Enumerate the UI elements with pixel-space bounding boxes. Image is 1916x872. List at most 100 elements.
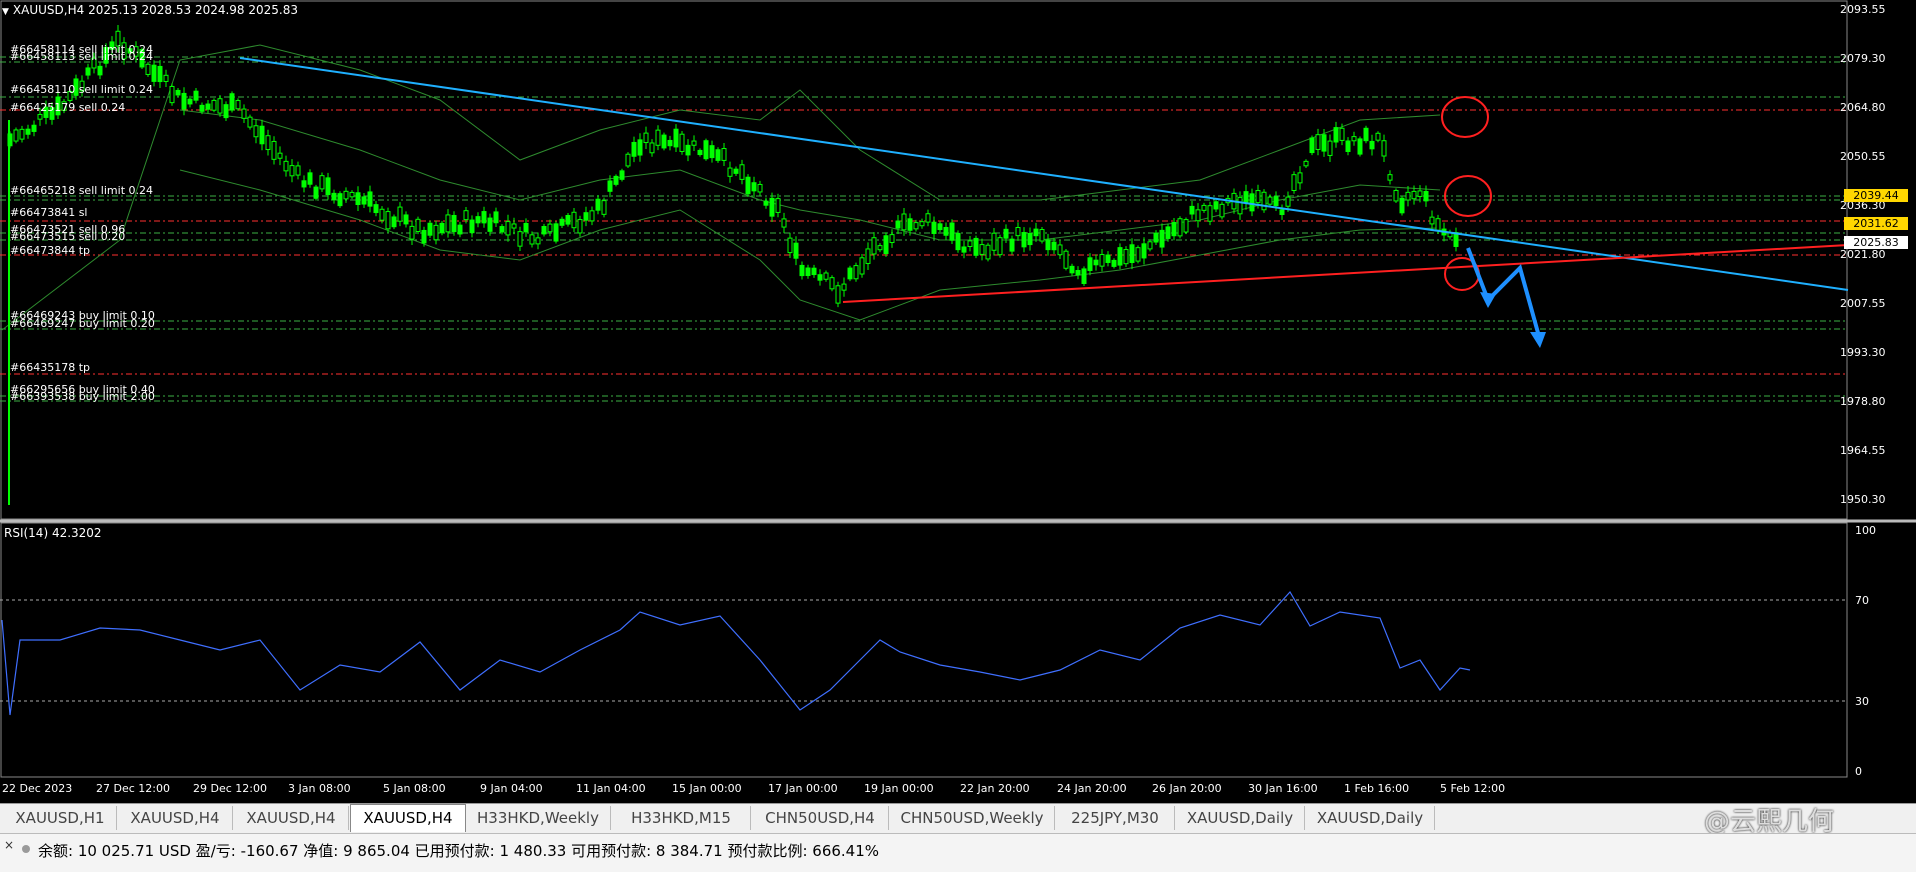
- candle-body: [1015, 226, 1021, 237]
- candle-body: [379, 208, 385, 221]
- candle-body: [661, 134, 667, 149]
- candle-body: [937, 223, 943, 231]
- tab-h33hkd-m15[interactable]: H33HKD,M15: [612, 806, 751, 830]
- candle-body: [595, 198, 601, 211]
- candle-body: [679, 133, 685, 152]
- candle-body: [901, 213, 907, 231]
- candle-body: [301, 180, 307, 188]
- candle-body: [1285, 196, 1291, 207]
- candle-body: [415, 218, 421, 233]
- candle-body: [1381, 140, 1387, 157]
- candle-body: [883, 235, 889, 255]
- candle-body: [925, 213, 931, 223]
- candle-body: [325, 177, 331, 196]
- candle-body: [553, 223, 559, 242]
- candle-body: [1399, 197, 1405, 214]
- candle-body: [631, 141, 637, 157]
- candle-body: [733, 168, 739, 174]
- candle-body: [235, 100, 241, 110]
- candle-body: [589, 210, 595, 222]
- candle-body: [403, 214, 409, 225]
- candle-body: [349, 191, 355, 198]
- tab-chn50usd-weekly[interactable]: CHN50USD,Weekly: [890, 806, 1055, 830]
- price-tick: 1964.55: [1840, 444, 1886, 457]
- candle-body: [1321, 134, 1327, 152]
- candle-body: [571, 211, 577, 229]
- candle-body: [1111, 259, 1117, 267]
- price-badge-current: 2025.83: [1844, 236, 1908, 249]
- date-tick: 27 Dec 12:00: [96, 782, 170, 795]
- candle-body: [1291, 174, 1297, 191]
- candle-body: [1261, 191, 1267, 211]
- candle-body: [193, 90, 199, 101]
- candle-body: [1303, 160, 1309, 167]
- candle-body: [469, 219, 475, 234]
- candle-body: [1309, 137, 1315, 154]
- candle-body: [769, 197, 775, 217]
- price-tick: 2093.55: [1840, 3, 1886, 16]
- tab-xauusd-h4[interactable]: XAUUSD,H4: [234, 806, 349, 830]
- candle-body: [1363, 127, 1369, 142]
- candle-body: [547, 223, 553, 233]
- dropdown-triangle-icon[interactable]: ▼: [2, 7, 9, 17]
- account-summary: 余额: 10 025.71 USD 盈/亏: -160.67 净值: 9 865…: [38, 842, 880, 860]
- candle-body: [445, 214, 451, 233]
- candle-body: [895, 220, 901, 229]
- arrow-head-icon: [1530, 332, 1546, 348]
- tab-xauusd-daily[interactable]: XAUUSD,Daily: [1306, 806, 1435, 830]
- candle-body: [1129, 244, 1135, 264]
- order-label: #66473844 tp: [10, 244, 90, 257]
- candle-body: [391, 216, 397, 228]
- date-tick: 3 Jan 08:00: [288, 782, 351, 795]
- candle-body: [625, 153, 631, 167]
- candle-body: [1057, 244, 1063, 256]
- candle-body: [823, 272, 829, 280]
- candle-body: [1327, 140, 1333, 156]
- tab-xauusd-h1[interactable]: XAUUSD,H1: [4, 806, 117, 830]
- rsi-frame: [0, 522, 1848, 778]
- candle-body: [1099, 254, 1105, 267]
- candle-body: [793, 242, 799, 259]
- tab-xauusd-daily[interactable]: XAUUSD,Daily: [1176, 806, 1305, 830]
- close-icon[interactable]: ×: [4, 838, 14, 852]
- candle-body: [343, 190, 349, 200]
- chart-canvas[interactable]: [0, 0, 1916, 800]
- candle-body: [229, 93, 235, 111]
- candle-body: [421, 229, 427, 244]
- candle-body: [1219, 203, 1225, 218]
- tab-chn50usd-h4[interactable]: CHN50USD,H4: [752, 806, 889, 830]
- candle-body: [331, 192, 337, 201]
- order-label: #66435178 tp: [10, 361, 90, 374]
- status-dot-icon: [22, 845, 30, 853]
- candle-body: [19, 128, 25, 140]
- candle-body: [253, 125, 259, 138]
- candle-body: [1201, 204, 1207, 211]
- candle-body: [967, 240, 973, 248]
- candle-body: [1249, 193, 1255, 212]
- candle-body: [1207, 205, 1213, 222]
- candle-body: [1105, 254, 1111, 263]
- candle-body: [337, 193, 343, 207]
- candle-body: [985, 244, 991, 260]
- candle-body: [601, 200, 607, 215]
- candle-body: [151, 64, 157, 82]
- order-label: #66425179 sell 0.24: [10, 101, 126, 114]
- tab-h33hkd-weekly[interactable]: H33HKD,Weekly: [466, 806, 611, 830]
- tab-xauusd-h4-active[interactable]: XAUUSD,H4: [350, 804, 466, 832]
- candle-body: [487, 217, 493, 232]
- price-tick: 2021.80: [1840, 248, 1886, 261]
- candle-body: [763, 200, 769, 206]
- candle-body: [493, 211, 499, 224]
- tab-xauusd-h4[interactable]: XAUUSD,H4: [118, 806, 233, 830]
- price-badge-sell-limit: 2039.44: [1844, 189, 1908, 202]
- candle-body: [919, 221, 925, 227]
- tab-225jpy-m30[interactable]: 225JPY,M30: [1056, 806, 1175, 830]
- candle-body: [1159, 229, 1165, 248]
- candle-body: [655, 129, 661, 146]
- candle-body: [511, 223, 517, 229]
- candle-body: [751, 182, 757, 192]
- chart-tab-bar: XAUUSD,H1 XAUUSD,H4 XAUUSD,H4 XAUUSD,H4 …: [0, 803, 1916, 833]
- candle-body: [775, 198, 781, 213]
- price-chart[interactable]: ▼ XAUUSD,H4 2025.13 2028.53 2024.98 2025.…: [0, 0, 1916, 800]
- candle-body: [223, 104, 229, 119]
